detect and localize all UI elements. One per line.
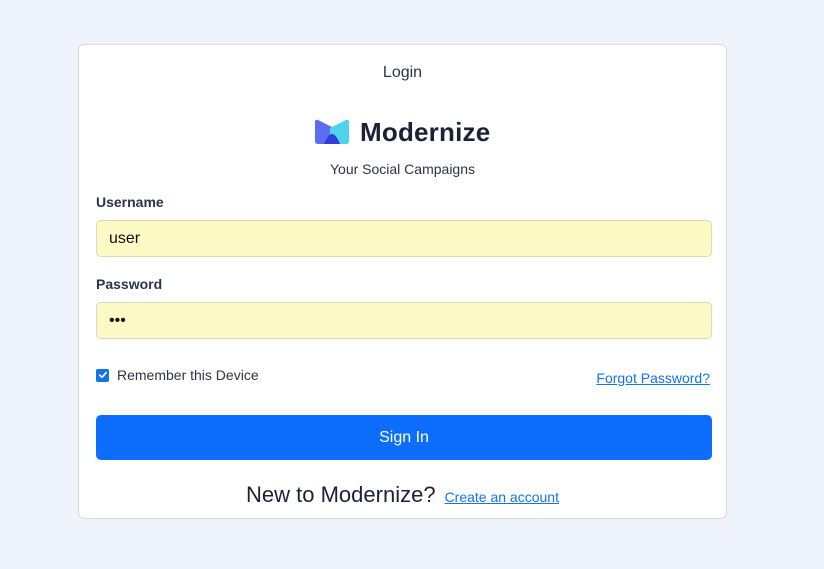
password-label: Password (96, 276, 163, 292)
username-input[interactable] (96, 220, 712, 257)
modernize-logo-icon (314, 118, 350, 146)
remember-checkbox[interactable] (96, 368, 109, 382)
signup-prompt-text: New to Modernize? (246, 482, 436, 507)
forgot-password-link[interactable]: Forgot Password? (596, 370, 710, 386)
remember-label: Remember this Device (117, 367, 259, 383)
card-title: Login (382, 64, 423, 81)
brand: Modernize (314, 117, 490, 147)
signup-prompt: New to Modernize? Create an account (79, 482, 726, 508)
check-icon (98, 371, 107, 379)
login-card: Login Modernize Your Social Campaigns Us… (78, 44, 727, 519)
create-account-link[interactable]: Create an account (445, 489, 559, 505)
tagline: Your Social Campaigns (329, 161, 475, 177)
username-label: Username (96, 194, 164, 210)
brand-name: Modernize (360, 116, 491, 147)
sign-in-button[interactable]: Sign In (96, 415, 712, 460)
password-input[interactable] (96, 302, 712, 339)
remember-device[interactable]: Remember this Device (96, 367, 259, 383)
